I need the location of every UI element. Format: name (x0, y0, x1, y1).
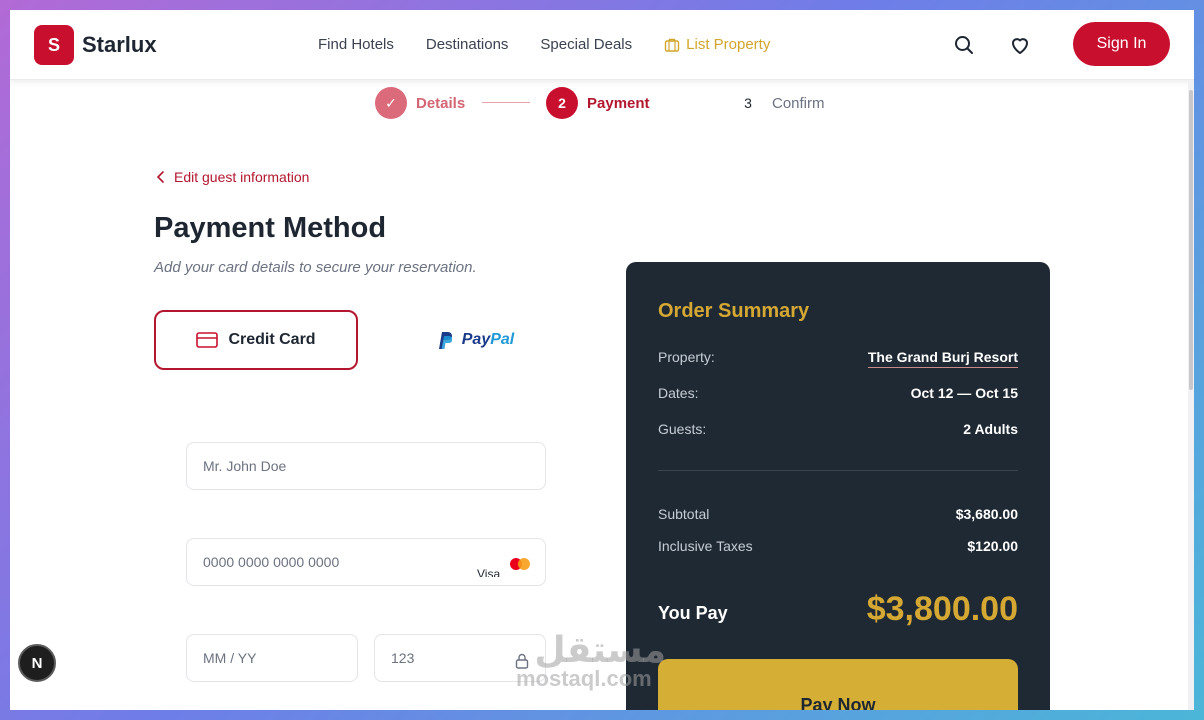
cardholder-name-input[interactable]: Mr. John Doe (186, 442, 546, 490)
credit-card-option[interactable]: Credit Card (154, 310, 358, 370)
you-pay-total: $3,800.00 (866, 590, 1018, 628)
property-label: Property: (658, 349, 715, 365)
heart-icon[interactable] (1008, 33, 1032, 57)
subtotal-value: $3,680.00 (955, 506, 1018, 522)
summary-row-taxes: Inclusive Taxes $120.00 (658, 538, 1018, 554)
sign-in-button[interactable]: Sign In (1073, 22, 1170, 66)
summary-row-dates: Dates: Oct 12 — Oct 15 (658, 385, 1018, 401)
paypal-icon (438, 332, 452, 349)
page-title: Payment Method (154, 212, 387, 244)
dates-value: Oct 12 — Oct 15 (910, 385, 1018, 401)
chevron-left-icon (156, 171, 164, 183)
summary-divider (658, 470, 1018, 471)
watermark-arabic: مستقل (534, 629, 666, 670)
browser-window: S Starlux Find Hotels Destinations Speci… (10, 10, 1194, 710)
credit-card-label: Credit Card (228, 331, 316, 348)
briefcase-icon (664, 38, 680, 52)
mostaql-watermark: مستقل mostaql.com (516, 632, 666, 690)
mastercard-icon (510, 558, 530, 570)
nextjs-dev-badge[interactable]: N (18, 644, 56, 682)
nav-find-hotels[interactable]: Find Hotels (318, 36, 394, 53)
cvc-placeholder: 123 (391, 650, 415, 666)
paypal-wordmark: PayPal (462, 331, 514, 349)
expiry-input[interactable]: MM / YY (186, 634, 358, 682)
paypal-word-pay: Pay (461, 331, 491, 348)
edit-guest-info-label: Edit guest information (174, 169, 310, 185)
step-connector (482, 102, 530, 103)
pay-now-button[interactable]: Pay Now (658, 659, 1018, 710)
card-number-input[interactable]: 0000 0000 0000 0000 Visa (186, 538, 546, 586)
nav-special-deals[interactable]: Special Deals (540, 36, 632, 53)
card-number-placeholder: 0000 0000 0000 0000 (203, 554, 340, 570)
paypal-option[interactable]: PayPal (380, 310, 570, 370)
summary-row-subtotal: Subtotal $3,680.00 (658, 506, 1018, 522)
nav-list-property[interactable]: List Property (664, 36, 770, 53)
summary-row-property: Property: The Grand Burj Resort (658, 349, 1018, 368)
guests-value: 2 Adults (963, 421, 1018, 437)
edit-guest-info-link[interactable]: Edit guest information (156, 169, 309, 185)
summary-row-guests: Guests: 2 Adults (658, 421, 1018, 437)
page-subtitle: Add your card details to secure your res… (154, 259, 477, 276)
taxes-label: Inclusive Taxes (658, 538, 753, 554)
nav-list-property-label: List Property (686, 36, 771, 53)
guests-label: Guests: (658, 421, 707, 437)
step-payment-label: Payment (587, 95, 650, 112)
expiry-placeholder: MM / YY (203, 650, 257, 666)
nav-destinations[interactable]: Destinations (426, 36, 509, 53)
property-value-link[interactable]: The Grand Burj Resort (867, 349, 1018, 368)
search-icon[interactable] (952, 33, 976, 57)
step-details-label[interactable]: Details (416, 95, 465, 112)
subtotal-label: Subtotal (658, 506, 710, 522)
you-pay-label: You Pay (658, 603, 728, 623)
scrollbar-thumb[interactable] (1189, 90, 1193, 390)
order-summary-card: Order Summary Property: The Grand Burj R… (626, 262, 1050, 710)
top-navbar: S Starlux Find Hotels Destinations Speci… (10, 10, 1194, 80)
dates-label: Dates: (658, 385, 699, 401)
step-confirm-marker: 3 (744, 95, 752, 111)
visa-brand-text: Visa (477, 567, 501, 577)
paypal-word-pal: Pal (490, 331, 515, 348)
step-payment-marker: 2 (546, 87, 578, 119)
step-details-marker[interactable]: ✓ (375, 87, 407, 119)
watermark-latin: mostaql.com (516, 666, 652, 691)
cardholder-name-placeholder: Mr. John Doe (203, 458, 287, 474)
order-summary-title: Order Summary (658, 300, 810, 322)
step-confirm-label: Confirm (772, 95, 825, 112)
taxes-value: $120.00 (967, 538, 1018, 554)
credit-card-icon (196, 332, 219, 348)
main-nav: Find Hotels Destinations Special Deals L… (318, 36, 770, 53)
brand-name[interactable]: Starlux (82, 32, 157, 58)
logo-icon[interactable]: S (34, 25, 74, 65)
